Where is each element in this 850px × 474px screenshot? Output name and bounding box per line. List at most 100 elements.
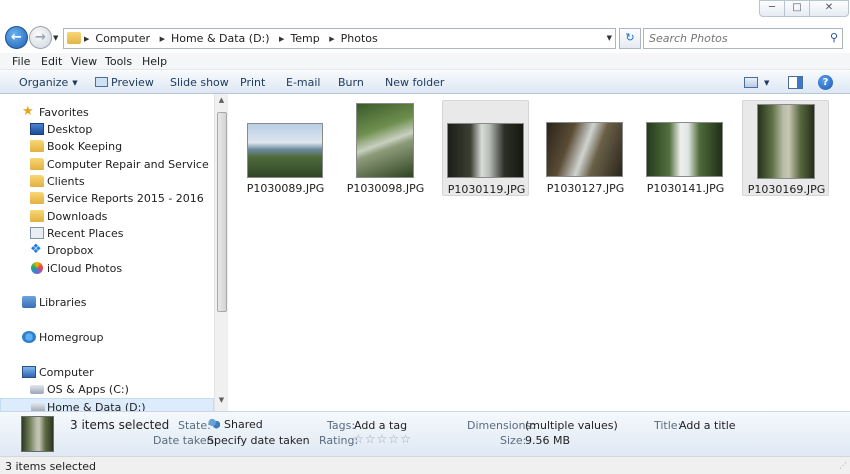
folder-icon — [30, 175, 44, 187]
slideshow-button[interactable]: Slide show — [170, 76, 229, 89]
tags-value[interactable]: Add a tag — [354, 419, 407, 432]
nav-item-service-reports[interactable]: Service Reports 2015 - 2016 — [0, 190, 214, 207]
nav-label: iCloud Photos — [47, 262, 123, 275]
nav-item-downloads[interactable]: Downloads — [0, 208, 214, 225]
rating-star-icon[interactable]: ☆ — [353, 432, 365, 446]
file-name: P1030089.JPG — [246, 182, 325, 195]
chevron-right-icon[interactable]: ▶ — [160, 35, 165, 43]
address-bar[interactable]: ▶ Computer ▶ Home & Data (D:) ▶ Temp ▶ Photo… — [63, 28, 616, 49]
chevron-right-icon[interactable]: ▶ — [279, 35, 284, 43]
file-name: P1030119.JPG — [447, 183, 526, 196]
preview-pane-icon[interactable] — [788, 76, 803, 89]
rating-stars[interactable]: ☆☆☆☆☆ — [353, 432, 412, 446]
close-button[interactable]: ✕ — [809, 0, 849, 17]
search-box[interactable]: ⚲ — [643, 28, 843, 49]
menu-help[interactable]: Help — [142, 55, 167, 68]
nav-item-dropbox[interactable]: ❖ Dropbox — [0, 242, 214, 259]
preview-button[interactable]: Preview — [95, 76, 154, 89]
nav-drive-d[interactable]: Home & Data (D:) — [0, 398, 214, 411]
homegroup-icon — [22, 331, 36, 343]
computer-icon — [22, 366, 36, 378]
file-item[interactable]: P1030119.JPG — [442, 100, 529, 196]
close-icon: ✕ — [824, 2, 834, 13]
maximize-button[interactable]: □ — [784, 0, 810, 17]
refresh-icon: ↻ — [625, 31, 635, 44]
desktop-icon — [30, 123, 44, 135]
downloads-icon — [30, 210, 44, 222]
file-item[interactable]: P1030169.JPG — [742, 100, 829, 196]
view-options-chevron-icon[interactable]: ▼ — [764, 79, 769, 87]
breadcrumb-item[interactable]: Photos — [341, 32, 378, 45]
file-name: P1030127.JPG — [546, 182, 625, 195]
menu-edit[interactable]: Edit — [41, 55, 62, 68]
file-name: P1030141.JPG — [646, 182, 725, 195]
menu-file[interactable]: File — [12, 55, 30, 68]
photo-thumbnail — [356, 103, 414, 178]
scroll-up-icon[interactable]: ▲ — [215, 96, 228, 110]
minimize-icon: ─ — [768, 2, 776, 13]
nav-label: Book Keeping — [47, 140, 123, 153]
help-icon[interactable]: ? — [818, 75, 833, 90]
burn-button[interactable]: Burn — [338, 76, 364, 89]
state-label: State: — [178, 419, 211, 432]
breadcrumb-item[interactable]: Temp — [290, 32, 319, 45]
rating-star-icon[interactable]: ☆ — [377, 432, 389, 446]
email-button[interactable]: E-mail — [286, 76, 321, 89]
title-value[interactable]: Add a title — [679, 419, 736, 432]
rating-star-icon[interactable]: ☆ — [388, 432, 400, 446]
rating-star-icon[interactable]: ☆ — [400, 432, 412, 446]
recent-pages-chevron-icon[interactable]: ▼ — [53, 34, 58, 42]
file-list: P1030089.JPG P1030098.JPG P1030119.JPG P… — [229, 94, 850, 411]
minimize-button[interactable]: ─ — [759, 0, 785, 17]
resize-grip-icon[interactable]: ⋰ — [839, 461, 847, 470]
nav-computer[interactable]: Computer — [0, 364, 214, 381]
file-item[interactable]: P1030098.JPG — [342, 100, 429, 196]
nav-label: Service Reports 2015 - 2016 — [47, 192, 204, 205]
chevron-right-icon[interactable]: ▶ — [329, 35, 334, 43]
scroll-down-icon[interactable]: ▼ — [215, 396, 228, 410]
forward-button[interactable]: → — [29, 26, 52, 49]
nav-item-icloud-photos[interactable]: iCloud Photos — [0, 260, 214, 277]
nav-label: Computer — [39, 366, 94, 379]
nav-item-recent-places[interactable]: Recent Places — [0, 225, 214, 242]
nav-item-desktop[interactable]: Desktop — [0, 121, 214, 138]
chevron-right-icon[interactable]: ▶ — [84, 35, 89, 43]
rating-star-icon[interactable]: ☆ — [365, 432, 377, 446]
navigation-pane: ★ Favorites Desktop Book Keeping Compute… — [0, 94, 228, 411]
nav-item-clients[interactable]: Clients — [0, 173, 214, 190]
print-button[interactable]: Print — [240, 76, 265, 89]
selection-thumbnail — [21, 416, 54, 452]
menu-tools[interactable]: Tools — [105, 55, 132, 68]
title-label: Title: — [654, 419, 682, 432]
organize-button[interactable]: Organize ▼ — [19, 76, 78, 89]
chevron-down-icon[interactable]: ▼ — [607, 34, 612, 42]
nav-libraries[interactable]: Libraries — [0, 294, 214, 311]
breadcrumb-item[interactable]: Home & Data (D:) — [171, 32, 270, 45]
date-taken-value[interactable]: Specify date taken — [207, 434, 310, 447]
nav-scrollbar[interactable]: ▲ ▼ — [214, 94, 228, 411]
organize-label: Organize — [19, 76, 69, 89]
nav-homegroup[interactable]: Homegroup — [0, 329, 214, 346]
search-icon[interactable]: ⚲ — [830, 31, 838, 44]
search-input[interactable] — [649, 31, 819, 46]
file-item[interactable]: P1030089.JPG — [242, 100, 329, 196]
refresh-button[interactable]: ↻ — [619, 28, 641, 49]
folder-icon — [30, 158, 44, 170]
new-folder-button[interactable]: New folder — [385, 76, 444, 89]
change-view-icon[interactable] — [744, 77, 758, 88]
nav-item-computer-repair[interactable]: Computer Repair and Service — [0, 156, 214, 173]
breadcrumb-item[interactable]: Computer — [95, 32, 150, 45]
nav-drive-c[interactable]: OS & Apps (C:) — [0, 381, 214, 398]
back-button[interactable]: ← — [5, 26, 28, 49]
file-item[interactable]: P1030127.JPG — [542, 100, 629, 196]
nav-favorites[interactable]: ★ Favorites — [0, 104, 214, 121]
folder-icon — [67, 32, 81, 44]
nav-label: Clients — [47, 175, 85, 188]
icloud-photos-icon — [31, 262, 43, 274]
nav-label: Homegroup — [39, 331, 104, 344]
scrollbar-thumb[interactable] — [217, 112, 227, 312]
nav-item-book-keeping[interactable]: Book Keeping — [0, 138, 214, 155]
menu-view[interactable]: View — [71, 55, 97, 68]
file-item[interactable]: P1030141.JPG — [642, 100, 729, 196]
dimensions-value: (multiple values) — [525, 419, 618, 432]
